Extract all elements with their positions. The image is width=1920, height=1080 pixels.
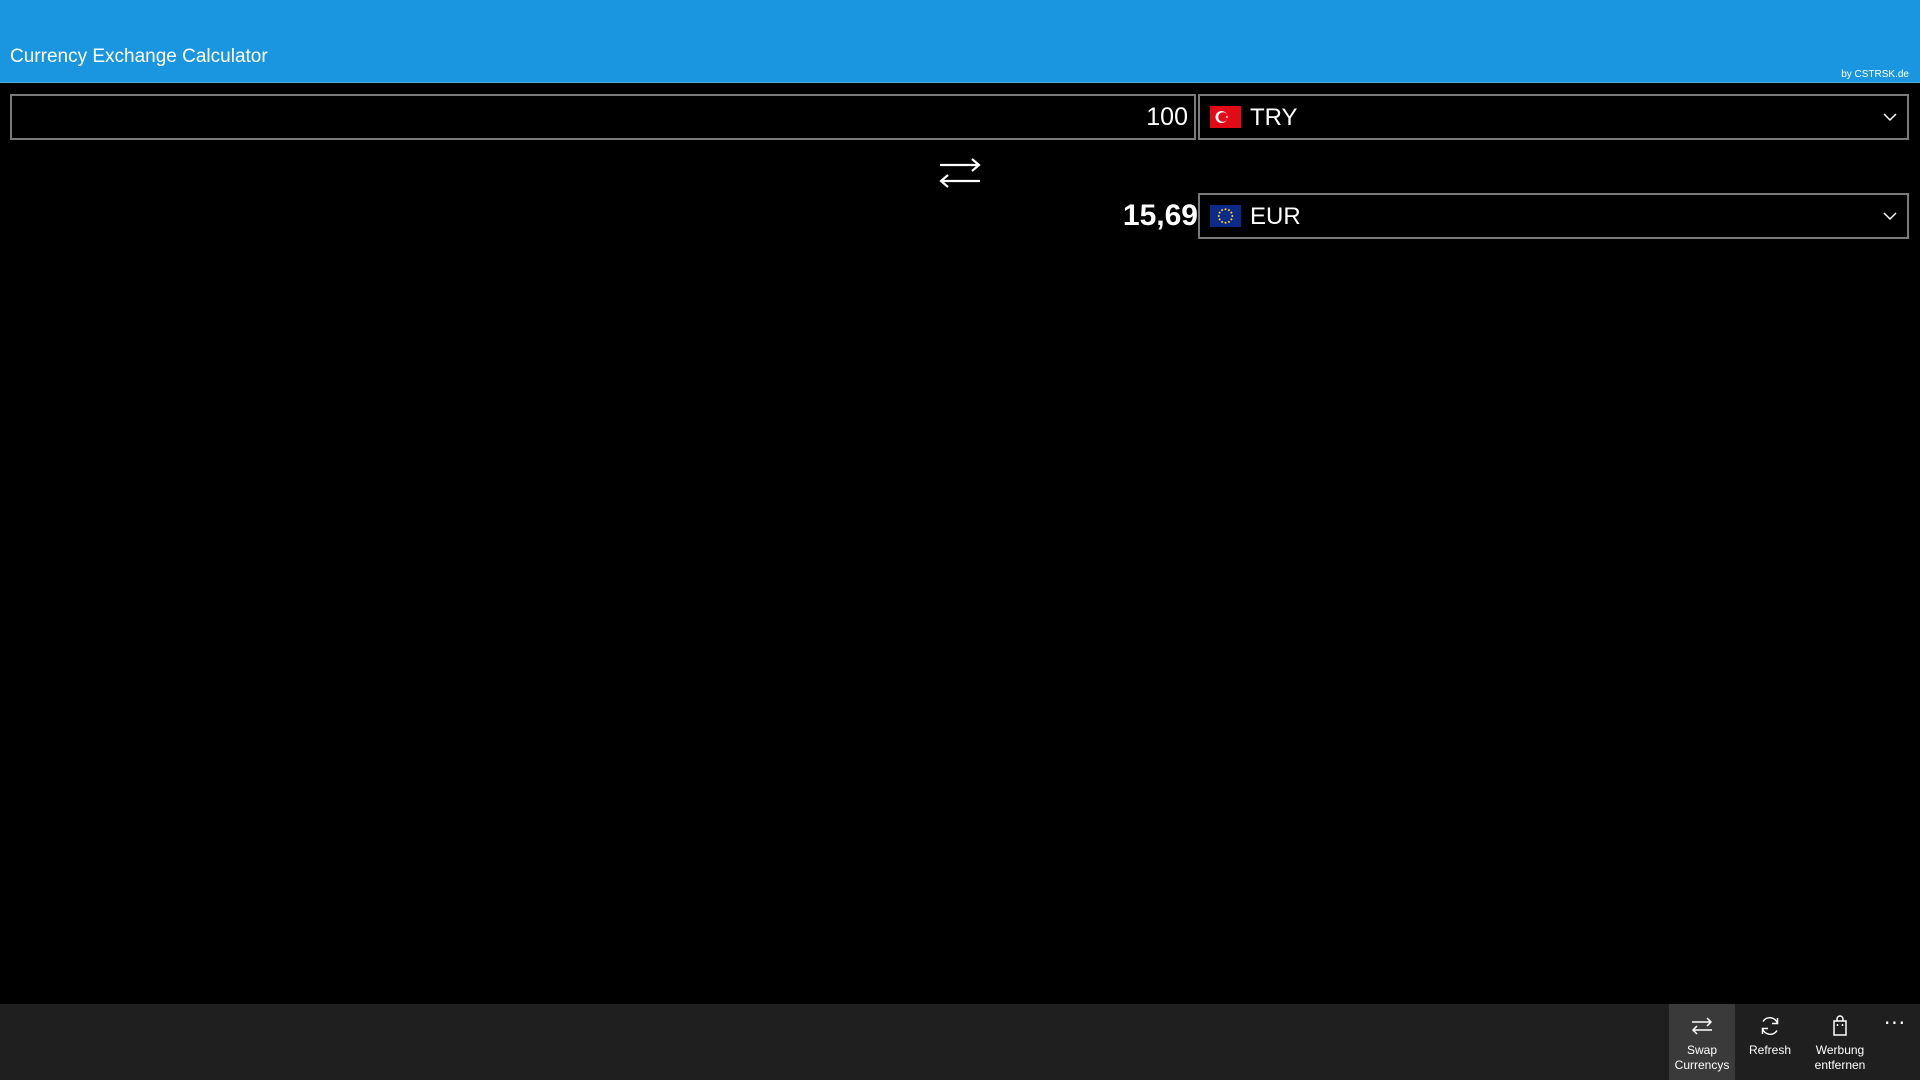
swap-currencys-button[interactable]: Swap Currencys (1669, 1004, 1735, 1080)
converted-amount: 15,69 (1122, 199, 1198, 232)
refresh-label: Refresh (1748, 1043, 1792, 1057)
title-bar: Currency Exchange Calculator by CSTRSK.d… (0, 0, 1920, 83)
from-currency-code: TRY (1250, 104, 1298, 131)
shopping-bag-icon (1833, 1015, 1847, 1036)
turkey-flag-icon (1210, 106, 1241, 128)
refresh-icon (1761, 1017, 1779, 1035)
from-currency-dropdown[interactable]: TRY (1198, 94, 1909, 140)
swap-currencys-label: Swap Currencys (1674, 1043, 1730, 1072)
swap-icon (1691, 1017, 1713, 1035)
swap-arrows-icon[interactable] (937, 156, 983, 190)
more-options-button[interactable]: ··· (1880, 1013, 1910, 1034)
byline-link[interactable]: by CSTRSK.de (1841, 69, 1909, 80)
eu-flag-icon (1210, 205, 1241, 227)
chevron-down-icon (1883, 212, 1897, 221)
app-window: Currency Exchange Calculator by CSTRSK.d… (0, 0, 1920, 1080)
werbung-entfernen-label: Werbung entfernen (1814, 1043, 1866, 1072)
app-bar: Swap Currencys Refresh Werbung entfernen… (0, 1004, 1920, 1080)
refresh-button[interactable]: Refresh (1737, 1004, 1803, 1080)
app-title: Currency Exchange Calculator (10, 46, 268, 67)
chevron-down-icon (1883, 113, 1897, 122)
to-currency-dropdown[interactable]: EUR (1198, 193, 1909, 239)
to-currency-code: EUR (1250, 203, 1301, 230)
amount-input[interactable] (10, 94, 1196, 140)
werbung-entfernen-button[interactable]: Werbung entfernen (1805, 1004, 1875, 1080)
